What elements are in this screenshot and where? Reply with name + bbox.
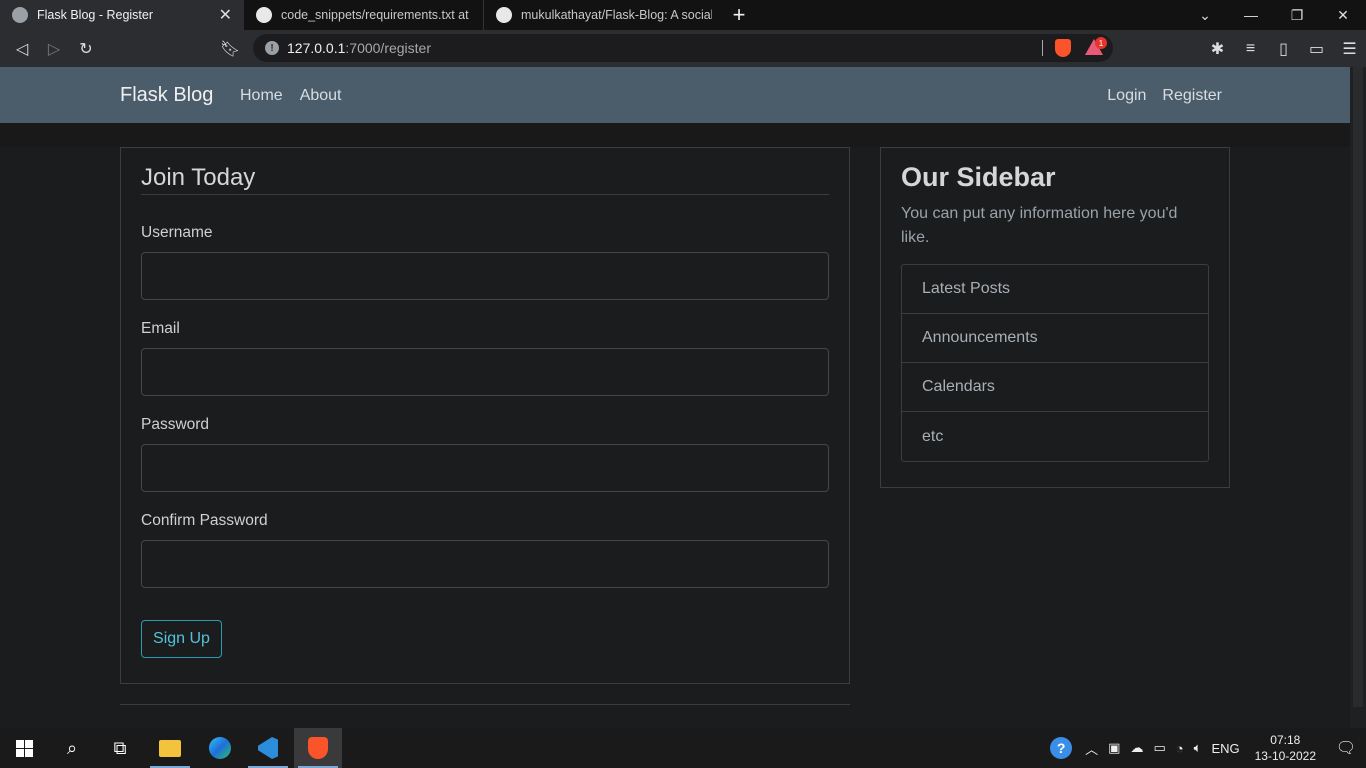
sidebar-card: Our Sidebar You can put any information … [880,147,1230,488]
folder-icon [159,739,181,757]
rewards-badge: 1 [1095,37,1107,49]
nav-link-about[interactable]: About [300,87,342,105]
reload-icon[interactable]: ↻ [70,33,102,65]
vscode-icon[interactable] [244,728,292,768]
url-path: :7000/register [345,40,431,56]
help-icon[interactable]: ? [1050,737,1073,759]
tab-flask-blog-register[interactable]: Flask Blog - Register ✕ [0,0,244,30]
vscode-logo-icon [258,737,278,759]
edge-logo-icon [209,737,231,759]
email-label: Email [141,320,180,337]
back-icon[interactable]: ◁ [6,33,38,65]
forward-icon[interactable]: ▷ [38,33,70,65]
clock[interactable]: 07:18 13-10-2022 [1245,732,1326,764]
password-label: Password [141,416,210,433]
meet-now-icon[interactable]: ▣ [1103,740,1125,756]
close-tab-icon[interactable]: ✕ [219,5,232,25]
bookmark-icon[interactable]: 🔖︎ [214,33,246,65]
username-label: Username [141,224,213,241]
system-tray: ? ︿ ▣ ☁ ▭ ◔ 🔈︎ ENG 07:18 13-10-2022 🗨︎ [1050,728,1366,768]
clock-date: 13-10-2022 [1254,749,1316,763]
nav-left: Home About [240,87,342,105]
notifications-icon[interactable]: 🗨︎ [1326,738,1366,758]
page-scrollbar[interactable] [1350,67,1366,728]
nav-link-login[interactable]: Login [1107,87,1146,105]
file-explorer-icon[interactable] [146,728,194,768]
form-legend: Join Today [141,164,256,191]
nav-right: Login Register [1107,87,1222,105]
scrollbar-thumb[interactable] [1353,67,1363,707]
close-window-button[interactable]: ✕ [1320,0,1366,30]
tab-title: mukulkathayat/Flask-Blog: A social me [521,8,712,22]
github-icon [496,7,512,23]
media-queue-icon[interactable]: ≡ [1234,40,1267,58]
sidebar-item-latest-posts[interactable]: Latest Posts [902,265,1208,314]
sidebar-item-etc[interactable]: etc [902,412,1208,461]
tab-flask-blog-repo[interactable]: mukulkathayat/Flask-Blog: A social me [484,0,724,30]
site-navbar: Flask Blog Home About Login Register [0,67,1350,123]
minimize-button[interactable]: — [1228,0,1274,30]
clock-time: 07:18 [1270,733,1301,747]
window-controls: ⌄ — ❐ ✕ [1182,0,1366,30]
nav-link-home[interactable]: Home [240,87,283,105]
menu-icon[interactable]: ☰ [1333,39,1366,59]
sidebar-list: Latest Posts Announcements Calendars etc [901,264,1209,462]
windows-logo-icon [15,739,33,757]
username-input[interactable] [141,252,829,300]
sidebar-item-calendars[interactable]: Calendars [902,363,1208,412]
sign-up-button[interactable]: Sign Up [141,620,222,658]
legend-divider [141,194,829,195]
extensions-icon[interactable]: ✱ [1201,39,1234,59]
browser-tab-strip: Flask Blog - Register ✕ code_snippets/re… [0,0,1366,30]
language-indicator[interactable]: ENG [1206,741,1244,756]
divider [1042,40,1043,56]
new-tab-button[interactable]: + [724,0,754,30]
task-view-icon[interactable]: ⧉ [96,728,144,768]
content-divider [120,704,850,705]
onedrive-icon[interactable]: ☁ [1125,740,1148,756]
sidebar-text: You can put any information here you'd l… [901,205,1178,246]
tab-code-snippets[interactable]: code_snippets/requirements.txt at ma [244,0,484,30]
edge-icon[interactable] [196,728,244,768]
github-icon [256,7,272,23]
wifi-icon[interactable]: ◔ [1171,741,1189,756]
brave-logo-icon [308,737,328,759]
site-info-icon[interactable]: ! [265,41,279,55]
brave-taskbar-icon[interactable] [294,728,342,768]
address-bar[interactable]: ! 127.0.0.1:7000/register 1 [253,34,1113,62]
windows-taskbar: ⌕ ⧉ ? ︿ ▣ ☁ ▭ ◔ 🔈︎ ENG 07:18 13-10-2022 … [0,728,1366,768]
show-hidden-icons-icon[interactable]: ︿ [1080,739,1103,758]
globe-icon [12,7,28,23]
sidebar-toggle-icon[interactable]: ▯ [1267,39,1300,59]
password-input[interactable] [141,444,829,492]
email-input[interactable] [141,348,829,396]
restore-button[interactable]: ❐ [1274,0,1320,30]
site-brand-link[interactable]: Flask Blog [120,84,213,107]
wallet-icon[interactable]: ▭ [1300,39,1333,59]
url-host: 127.0.0.1 [287,40,346,56]
header-band [0,123,1350,147]
brave-shields-icon[interactable] [1055,39,1071,57]
sidebar-title: Our Sidebar [901,162,1056,192]
battery-icon[interactable]: ▭ [1148,740,1170,756]
browser-toolbar: ◁ ▷ ↻ 🔖︎ ! 127.0.0.1:7000/register 1 ✱ ≡… [0,30,1366,67]
confirm-password-input[interactable] [141,540,829,588]
tab-title: code_snippets/requirements.txt at ma [281,8,471,22]
tab-search-icon[interactable]: ⌄ [1182,0,1228,30]
toolbar-right-icons: ✱ ≡ ▯ ▭ ☰ [1201,30,1366,67]
web-page: Flask Blog Home About Login Register Joi… [0,67,1350,728]
register-form-card: Join Today Username Email Password Confi… [120,147,850,684]
nav-link-register[interactable]: Register [1162,87,1222,105]
confirm-password-label: Confirm Password [141,512,268,529]
start-button[interactable] [0,728,48,768]
volume-icon[interactable]: 🔈︎ [1189,740,1207,756]
tab-title: Flask Blog - Register [37,8,154,22]
search-icon[interactable]: ⌕ [48,728,96,768]
sidebar-item-announcements[interactable]: Announcements [902,314,1208,363]
